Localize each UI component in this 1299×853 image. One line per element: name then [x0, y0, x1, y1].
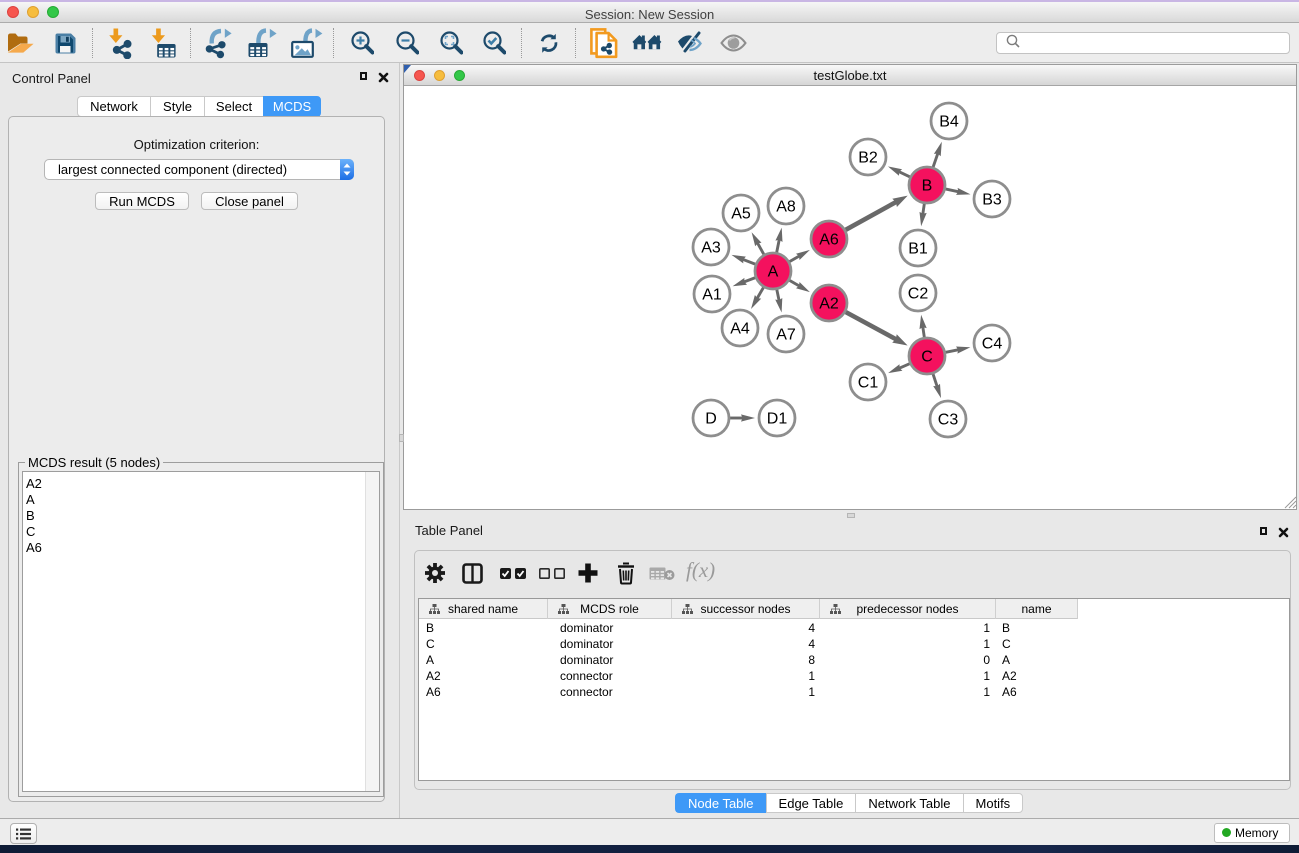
svg-text:A8: A8 — [776, 199, 796, 216]
svg-text:C1: C1 — [858, 375, 879, 392]
svg-text:B1: B1 — [908, 241, 928, 258]
svg-text:B4: B4 — [939, 114, 959, 131]
svg-text:C2: C2 — [908, 286, 929, 303]
svg-text:C: C — [921, 349, 933, 366]
svg-text:C4: C4 — [982, 336, 1003, 353]
svg-text:D: D — [705, 411, 717, 428]
svg-text:D1: D1 — [767, 411, 788, 428]
svg-text:A3: A3 — [701, 240, 721, 257]
svg-text:B2: B2 — [858, 150, 878, 167]
svg-text:A5: A5 — [731, 206, 751, 223]
svg-text:A7: A7 — [776, 327, 796, 344]
svg-text:A1: A1 — [702, 287, 722, 304]
svg-text:A: A — [768, 264, 779, 281]
svg-text:B: B — [922, 178, 933, 195]
svg-text:A6: A6 — [819, 232, 839, 249]
svg-text:A2: A2 — [819, 296, 839, 313]
svg-text:B3: B3 — [982, 192, 1002, 209]
svg-text:A4: A4 — [730, 321, 750, 338]
svg-text:C3: C3 — [938, 412, 959, 429]
